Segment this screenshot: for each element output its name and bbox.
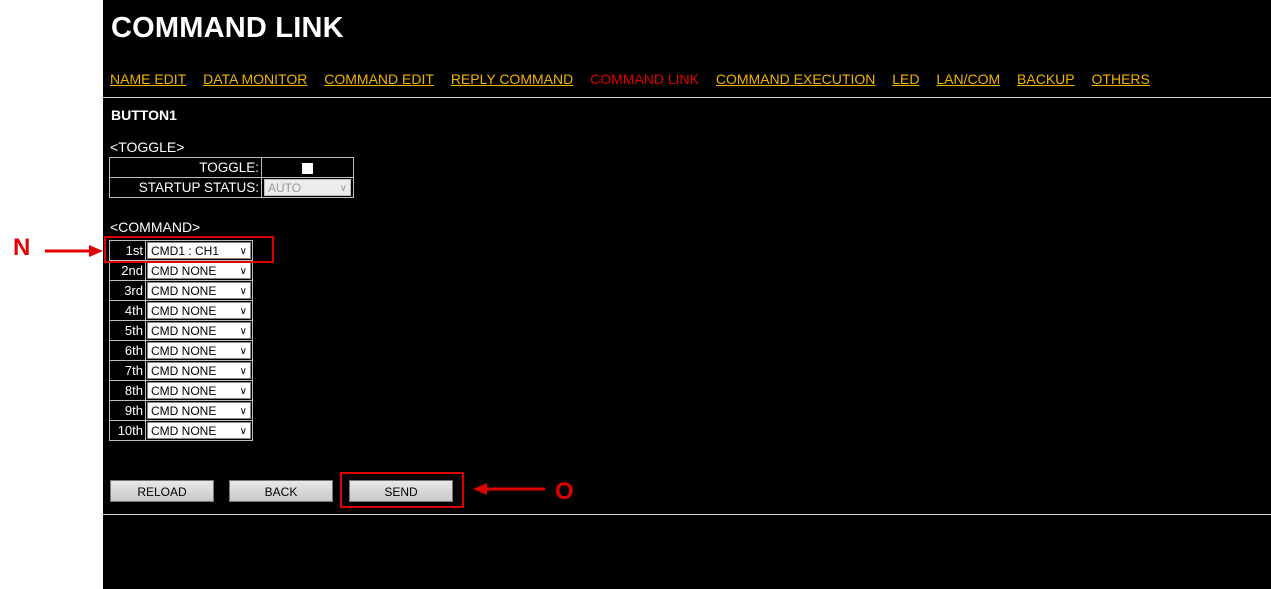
- nav-lan-com[interactable]: LAN/COM: [936, 71, 1000, 87]
- command-row: 10th CMD NONE ∨: [109, 420, 253, 441]
- startup-status-value: AUTO: [268, 181, 302, 195]
- command-order: 8th: [109, 380, 146, 401]
- annotation-box-n: [104, 236, 274, 263]
- command-row: 2nd CMD NONE ∨: [109, 260, 253, 281]
- nav-reply-command[interactable]: REPLY COMMAND: [451, 71, 573, 87]
- command-row: 6th CMD NONE ∨: [109, 340, 253, 361]
- back-button[interactable]: BACK: [229, 480, 333, 502]
- command-order: 7th: [109, 360, 146, 381]
- reload-button[interactable]: RELOAD: [110, 480, 214, 502]
- annotation-arrow-n-icon: [45, 245, 103, 257]
- command-table: 1st CMD1 : CH1 ∨ 2nd CMD NONE ∨ 3rd CMD NO…: [109, 240, 253, 441]
- command-section-heading: <COMMAND>: [110, 219, 201, 235]
- chevron-down-icon: ∨: [239, 286, 247, 298]
- nav-bar: NAME EDIT DATA MONITOR COMMAND EDIT REPL…: [110, 71, 1163, 87]
- command-value: CMD NONE: [151, 424, 217, 439]
- command-row: 8th CMD NONE ∨: [109, 380, 253, 401]
- config-screen: COMMAND LINK NAME EDIT DATA MONITOR COMM…: [103, 0, 1271, 589]
- chevron-down-icon: ∨: [239, 406, 247, 418]
- toggle-label: TOGGLE:: [109, 157, 262, 178]
- divider-bottom: [103, 514, 1271, 515]
- command-value: CMD NONE: [151, 264, 217, 279]
- command-order: 3rd: [109, 280, 146, 301]
- command-value: CMD NONE: [151, 404, 217, 419]
- nav-backup[interactable]: BACKUP: [1017, 71, 1075, 87]
- divider-top: [103, 97, 1271, 98]
- nav-command-link[interactable]: COMMAND LINK: [590, 71, 699, 87]
- command-select-8[interactable]: CMD NONE ∨: [147, 382, 251, 400]
- command-row: 9th CMD NONE ∨: [109, 400, 253, 421]
- chevron-down-icon: ∨: [239, 366, 247, 378]
- toggle-table: TOGGLE: STARTUP STATUS: AUTO ∨: [109, 157, 354, 198]
- command-value: CMD NONE: [151, 324, 217, 339]
- chevron-down-icon: ∨: [239, 426, 247, 438]
- command-value: CMD NONE: [151, 364, 217, 379]
- command-value: CMD NONE: [151, 384, 217, 399]
- command-value: CMD NONE: [151, 344, 217, 359]
- command-order: 5th: [109, 320, 146, 341]
- command-order: 6th: [109, 340, 146, 361]
- nav-command-edit[interactable]: COMMAND EDIT: [324, 71, 434, 87]
- annotation-box-o: [340, 472, 464, 508]
- command-select-9[interactable]: CMD NONE ∨: [147, 402, 251, 420]
- nav-data-monitor[interactable]: DATA MONITOR: [203, 71, 307, 87]
- command-select-7[interactable]: CMD NONE ∨: [147, 362, 251, 380]
- nav-others[interactable]: OTHERS: [1092, 71, 1150, 87]
- nav-name-edit[interactable]: NAME EDIT: [110, 71, 186, 87]
- command-row: 3rd CMD NONE ∨: [109, 280, 253, 301]
- command-select-3[interactable]: CMD NONE ∨: [147, 282, 251, 300]
- command-order: 10th: [109, 420, 146, 441]
- page-title: COMMAND LINK: [111, 12, 344, 44]
- command-value: CMD NONE: [151, 284, 217, 299]
- command-select-6[interactable]: CMD NONE ∨: [147, 342, 251, 360]
- chevron-down-icon: ∨: [239, 326, 247, 338]
- chevron-down-icon: ∨: [239, 306, 247, 318]
- command-select-10[interactable]: CMD NONE ∨: [147, 422, 251, 440]
- command-select-2[interactable]: CMD NONE ∨: [147, 262, 251, 280]
- chevron-down-icon: ∨: [239, 386, 247, 398]
- command-order: 2nd: [109, 260, 146, 281]
- nav-led[interactable]: LED: [892, 71, 919, 87]
- nav-command-execution[interactable]: COMMAND EXECUTION: [716, 71, 875, 87]
- command-row: 5th CMD NONE ∨: [109, 320, 253, 341]
- command-value: CMD NONE: [151, 304, 217, 319]
- command-order: 4th: [109, 300, 146, 321]
- command-row: 7th CMD NONE ∨: [109, 360, 253, 381]
- startup-status-select[interactable]: AUTO ∨: [264, 179, 351, 196]
- command-select-5[interactable]: CMD NONE ∨: [147, 322, 251, 340]
- command-select-4[interactable]: CMD NONE ∨: [147, 302, 251, 320]
- chevron-down-icon: ∨: [339, 183, 347, 194]
- annotation-label-n: N: [13, 234, 31, 261]
- button-name-label: BUTTON1: [111, 107, 177, 123]
- toggle-checkbox[interactable]: [302, 162, 313, 174]
- command-order: 9th: [109, 400, 146, 421]
- chevron-down-icon: ∨: [239, 346, 247, 358]
- chevron-down-icon: ∨: [239, 266, 247, 278]
- toggle-section-heading: <TOGGLE>: [110, 139, 185, 155]
- annotation-label-o: O: [555, 478, 574, 505]
- command-row: 4th CMD NONE ∨: [109, 300, 253, 321]
- startup-status-label: STARTUP STATUS:: [109, 177, 262, 198]
- annotation-arrow-o-icon: [473, 483, 545, 495]
